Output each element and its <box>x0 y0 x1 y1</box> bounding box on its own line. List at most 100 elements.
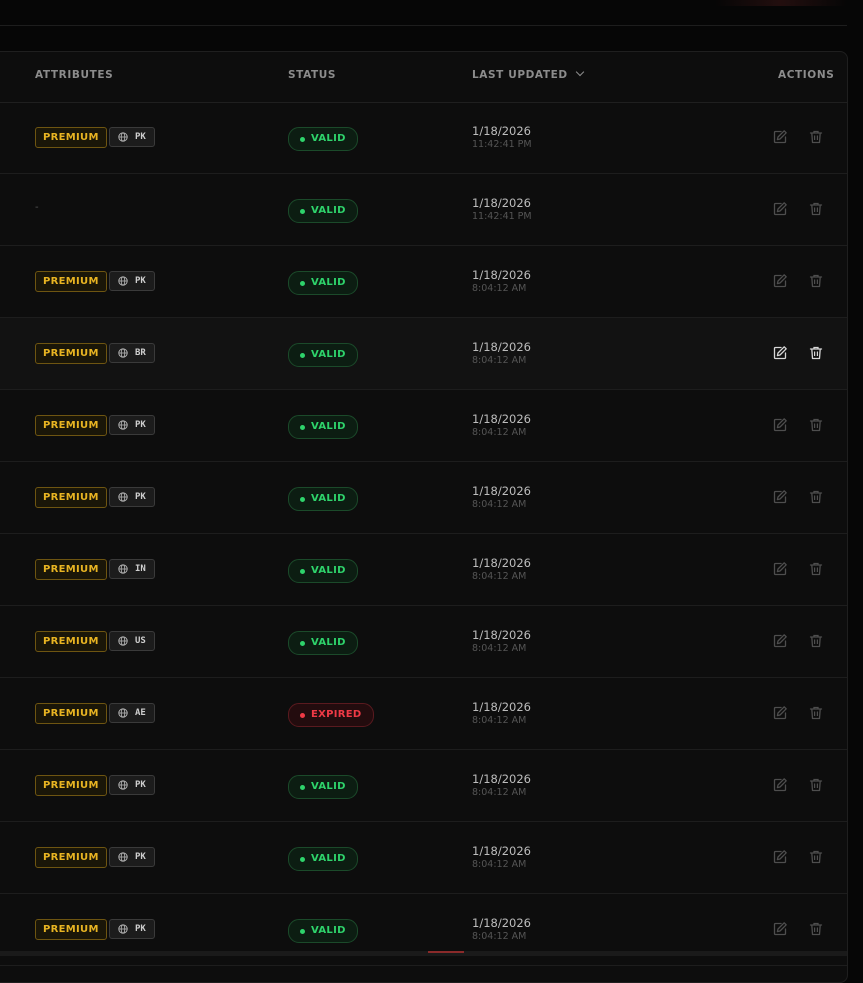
edit-icon[interactable] <box>772 777 788 793</box>
country-code: PK <box>135 780 146 790</box>
edit-icon[interactable] <box>772 345 788 361</box>
updated-date: 1/18/2026 <box>472 484 531 498</box>
status-badge: VALID <box>288 271 358 295</box>
status-label: VALID <box>311 853 346 864</box>
country-badge: US <box>109 631 155 651</box>
updated-date: 1/18/2026 <box>472 628 531 642</box>
status-dot <box>300 713 305 718</box>
status-dot <box>300 281 305 286</box>
edit-icon[interactable] <box>772 849 788 865</box>
trash-icon[interactable] <box>808 633 824 649</box>
updated-time: 8:04:12 AM <box>472 931 527 942</box>
premium-badge: PREMIUM <box>35 127 107 148</box>
country-badge: PK <box>109 127 155 147</box>
premium-badge: PREMIUM <box>35 415 107 436</box>
country-code: PK <box>135 492 146 502</box>
trash-icon[interactable] <box>808 777 824 793</box>
status-dot <box>300 857 305 862</box>
country-badge: BR <box>109 343 155 363</box>
updated-date: 1/18/2026 <box>472 412 531 426</box>
edit-icon[interactable] <box>772 129 788 145</box>
header-actions: ACTIONS <box>778 69 835 81</box>
updated-date: 1/18/2026 <box>472 916 531 930</box>
table-row[interactable]: PREMIUM PK VALID 1/18/2026 8:04:12 AM <box>0 246 847 318</box>
table-row[interactable]: PREMIUM US VALID 1/18/2026 8:04:12 AM <box>0 606 847 678</box>
edit-icon[interactable] <box>772 705 788 721</box>
updated-date: 1/18/2026 <box>472 124 531 138</box>
trash-icon[interactable] <box>808 129 824 145</box>
status-label: EXPIRED <box>311 709 362 720</box>
edit-icon[interactable] <box>772 417 788 433</box>
table-row[interactable]: PREMIUM PK VALID 1/18/2026 8:04:12 AM <box>0 750 847 822</box>
trash-icon[interactable] <box>808 273 824 289</box>
header-last-updated[interactable]: LAST UPDATED <box>472 67 584 81</box>
table-row[interactable]: PREMIUM PK VALID 1/18/2026 8:04:12 AM <box>0 390 847 462</box>
trash-icon[interactable] <box>808 345 824 361</box>
updated-date: 1/18/2026 <box>472 196 531 210</box>
country-badge: AE <box>109 703 155 723</box>
updated-time: 11:42:41 PM <box>472 211 532 222</box>
status-badge: EXPIRED <box>288 703 374 727</box>
premium-badge: PREMIUM <box>35 703 107 724</box>
updated-time: 8:04:12 AM <box>472 787 527 798</box>
trash-icon[interactable] <box>808 849 824 865</box>
premium-badge: PREMIUM <box>35 847 107 868</box>
edit-icon[interactable] <box>772 921 788 937</box>
trash-icon[interactable] <box>808 417 824 433</box>
trash-icon[interactable] <box>808 921 824 937</box>
status-label: VALID <box>311 781 346 792</box>
country-badge: PK <box>109 847 155 867</box>
country-code: PK <box>135 276 146 286</box>
edit-icon[interactable] <box>772 633 788 649</box>
country-code: IN <box>135 564 146 574</box>
table-row[interactable]: PREMIUM IN VALID 1/18/2026 8:04:12 AM <box>0 534 847 606</box>
updated-time: 8:04:12 AM <box>472 427 527 438</box>
table-row[interactable]: PREMIUM BR VALID 1/18/2026 8:04:12 AM <box>0 318 847 390</box>
updated-date: 1/18/2026 <box>472 844 531 858</box>
edit-icon[interactable] <box>772 201 788 217</box>
status-badge: VALID <box>288 199 358 223</box>
trash-icon[interactable] <box>808 705 824 721</box>
status-badge: VALID <box>288 559 358 583</box>
status-label: VALID <box>311 925 346 936</box>
status-badge: VALID <box>288 775 358 799</box>
status-label: VALID <box>311 205 346 216</box>
status-dot <box>300 137 305 142</box>
header-status: STATUS <box>288 69 337 81</box>
edit-icon[interactable] <box>772 561 788 577</box>
table-row[interactable]: PREMIUM PK VALID 1/18/2026 11:42:41 PM <box>0 102 847 174</box>
table-row[interactable]: PREMIUM PK VALID 1/18/2026 8:04:12 AM <box>0 462 847 534</box>
updated-time: 8:04:12 AM <box>472 859 527 870</box>
edit-icon[interactable] <box>772 489 788 505</box>
status-dot <box>300 785 305 790</box>
updated-time: 8:04:12 AM <box>472 355 527 366</box>
status-dot <box>300 353 305 358</box>
country-badge: PK <box>109 919 155 939</box>
status-label: VALID <box>311 133 346 144</box>
table-row[interactable]: - VALID 1/18/2026 11:42:41 PM <box>0 174 847 246</box>
updated-time: 8:04:12 AM <box>472 643 527 654</box>
status-label: VALID <box>311 493 346 504</box>
trash-icon[interactable] <box>808 561 824 577</box>
table-row[interactable]: PREMIUM PK VALID 1/18/2026 8:04:12 AM <box>0 822 847 894</box>
trash-icon[interactable] <box>808 489 824 505</box>
premium-badge: PREMIUM <box>35 271 107 292</box>
horizontal-scrollbar[interactable] <box>0 951 847 956</box>
updated-time: 8:04:12 AM <box>472 715 527 726</box>
licenses-table: ATTRIBUTES STATUS LAST UPDATED ACTIONS P… <box>0 51 848 983</box>
table-header: ATTRIBUTES STATUS LAST UPDATED ACTIONS <box>0 52 847 103</box>
trash-icon[interactable] <box>808 201 824 217</box>
table-row[interactable]: PREMIUM AE EXPIRED 1/18/2026 8:04:12 AM <box>0 678 847 750</box>
country-badge: PK <box>109 775 155 795</box>
country-badge: PK <box>109 271 155 291</box>
chevron-down-icon <box>575 67 584 77</box>
scrollbar-indicator[interactable] <box>428 951 464 953</box>
updated-time: 8:04:12 AM <box>472 283 527 294</box>
top-glow <box>715 0 847 6</box>
country-code: PK <box>135 852 146 862</box>
status-dot <box>300 425 305 430</box>
edit-icon[interactable] <box>772 273 788 289</box>
country-badge: PK <box>109 415 155 435</box>
premium-badge: PREMIUM <box>35 631 107 652</box>
country-code: PK <box>135 132 146 142</box>
